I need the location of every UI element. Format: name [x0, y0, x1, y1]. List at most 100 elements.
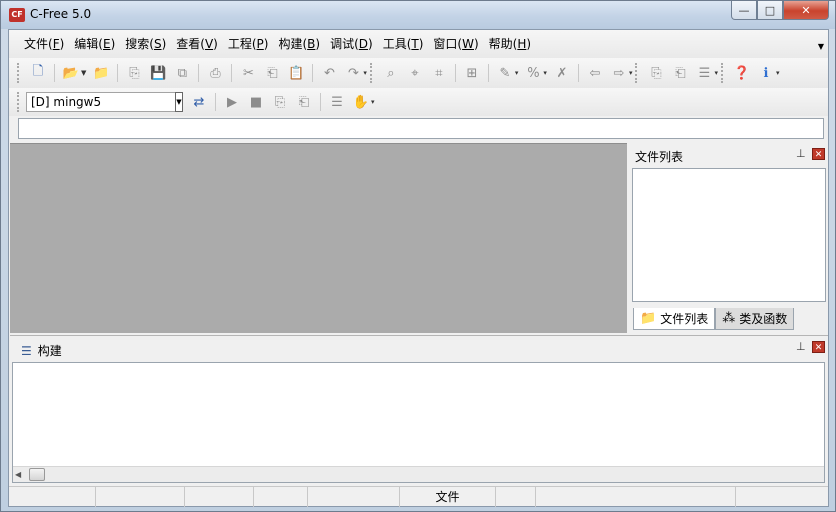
close-icon[interactable]: ✕: [812, 148, 825, 160]
find-icon[interactable]: ⌕: [381, 63, 401, 83]
maximize-button[interactable]: □: [757, 1, 783, 20]
toolbar-grip[interactable]: [17, 92, 21, 112]
toolbar-separator: [198, 64, 200, 82]
menu-tools[interactable]: 工具(T): [378, 35, 429, 53]
compile-icon[interactable]: ⎘: [270, 92, 290, 112]
folder-icon: 📁: [640, 311, 657, 326]
help-icon[interactable]: ❓: [732, 63, 752, 83]
client-area: 文件(F) 编辑(E) 搜索(S) 查看(V) 工程(P) 构建(B) 调试(D…: [8, 29, 829, 507]
window-controls: — □ ✕: [731, 1, 829, 21]
format-dropdown-icon[interactable]: ▾: [515, 69, 519, 77]
find-in-files-icon[interactable]: ⊞: [462, 63, 482, 83]
close-button[interactable]: ✕: [783, 1, 829, 20]
build-output[interactable]: ◀: [12, 362, 825, 483]
forward-icon[interactable]: ⇨: [609, 63, 629, 83]
compiler-select[interactable]: [D] mingw5 ▼: [26, 92, 183, 112]
toolbar-separator: [487, 64, 489, 82]
build-icon[interactable]: ⎗: [294, 92, 314, 112]
status-cell: [308, 487, 400, 507]
compiler-settings-icon[interactable]: ⇄: [189, 92, 209, 112]
menu-file[interactable]: 文件(F): [19, 35, 69, 53]
uncomment-icon[interactable]: ✗: [552, 63, 572, 83]
info-icon[interactable]: ℹ: [756, 63, 776, 83]
list-icon: ☰: [21, 343, 32, 358]
status-bar: 文件: [9, 486, 828, 507]
tab-file-list[interactable]: 📁 文件列表: [633, 308, 716, 330]
open-folder-icon[interactable]: 📂: [61, 63, 81, 83]
close-icon[interactable]: ✕: [812, 341, 825, 353]
bookmark-next-icon[interactable]: ⎗: [670, 63, 690, 83]
chevron-down-icon[interactable]: ▼: [175, 92, 183, 112]
bookmark-list-icon[interactable]: ☰: [694, 63, 714, 83]
close-file-icon[interactable]: ⎘: [124, 63, 144, 83]
menu-window[interactable]: 窗口(W): [428, 35, 483, 53]
status-cell: [9, 487, 96, 507]
rebuild-icon[interactable]: ☰: [327, 92, 347, 112]
app-window: CF C-Free 5.0 — □ ✕ 文件(F) 编辑(E) 搜索(S) 查看…: [0, 0, 836, 512]
toolbar-separator: [320, 93, 321, 111]
debug-icon[interactable]: ✋: [351, 92, 371, 112]
tab-classes-functions[interactable]: ⁂ 类及函数: [715, 308, 795, 330]
menu-edit[interactable]: 编辑(E): [69, 35, 120, 53]
undo-dropdown-icon[interactable]: ▾: [363, 69, 367, 77]
stop-icon[interactable]: ■: [246, 92, 266, 112]
menu-help[interactable]: 帮助(H): [484, 35, 536, 53]
scroll-thumb[interactable]: [29, 468, 45, 481]
print-icon[interactable]: ⎙: [205, 63, 225, 83]
save-icon[interactable]: 💾: [148, 63, 168, 83]
paste-icon[interactable]: 📋: [286, 63, 306, 83]
save-all-icon[interactable]: ⧉: [172, 63, 192, 83]
back-icon[interactable]: ⇦: [585, 63, 605, 83]
run-icon[interactable]: ▶: [222, 92, 242, 112]
comment-icon[interactable]: %: [523, 63, 543, 83]
standard-toolbar: 🗋 📂 ▼ 📁 ⎘ 💾 ⧉ ⎙ ✂ ⎗ 📋 ↶ ↷ ▾ ⌕ ⌖ ⌗ ⊞ ✎ ▾ …: [9, 58, 828, 88]
build-dropdown-icon[interactable]: ▾: [371, 98, 375, 106]
bookmark-dropdown-icon[interactable]: ▾: [714, 69, 718, 77]
toolbar-grip[interactable]: [720, 63, 725, 83]
toolbar-grip[interactable]: [369, 63, 374, 83]
cut-icon[interactable]: ✂: [238, 63, 258, 83]
format-icon[interactable]: ✎: [495, 63, 515, 83]
nav-dropdown-icon[interactable]: ▾: [629, 69, 633, 77]
file-list[interactable]: [632, 168, 826, 302]
undo-icon[interactable]: ↶: [319, 63, 339, 83]
menu-project[interactable]: 工程(P): [223, 35, 274, 53]
status-cell-file: 文件: [400, 487, 496, 507]
toolbar-grip[interactable]: [17, 63, 21, 83]
status-cell: [254, 487, 308, 507]
class-tree-icon: ⁂: [722, 311, 736, 326]
redo-icon[interactable]: ↷: [343, 63, 363, 83]
toolbar-grip[interactable]: [635, 63, 639, 83]
build-panel-title: 构建: [37, 344, 62, 358]
copy-icon[interactable]: ⎗: [262, 63, 282, 83]
command-line[interactable]: [18, 118, 824, 139]
toolbar-separator: [117, 64, 119, 82]
menu-build[interactable]: 构建(B): [273, 35, 325, 53]
comment-dropdown-icon[interactable]: ▾: [543, 69, 547, 77]
open-project-icon[interactable]: 📁: [91, 63, 111, 83]
status-cell: [96, 487, 185, 507]
menu-search[interactable]: 搜索(S): [120, 35, 171, 53]
status-cell: [185, 487, 254, 507]
find-prev-icon[interactable]: ⌗: [429, 63, 449, 83]
scroll-left-icon[interactable]: ◀: [15, 470, 21, 479]
editor-area[interactable]: [10, 143, 627, 333]
bookmark-icon[interactable]: ⎘: [646, 63, 666, 83]
pin-icon[interactable]: ⊥: [796, 340, 806, 353]
horizontal-scrollbar[interactable]: ◀: [13, 466, 824, 482]
menu-overflow-icon[interactable]: ▼: [818, 42, 824, 51]
open-dropdown-icon[interactable]: ▼: [81, 69, 86, 77]
status-cell: [736, 487, 828, 507]
pin-icon[interactable]: ⊥: [796, 147, 806, 160]
title-bar[interactable]: CF C-Free 5.0 — □ ✕: [1, 1, 835, 29]
minimize-button[interactable]: —: [731, 1, 757, 20]
build-toolbar: [D] mingw5 ▼ ⇄ ▶ ■ ⎘ ⎗ ☰ ✋ ▾: [9, 88, 828, 116]
new-file-icon[interactable]: 🗋: [28, 63, 48, 83]
compiler-select-value: [D] mingw5: [31, 95, 102, 109]
find-next-icon[interactable]: ⌖: [405, 63, 425, 83]
file-list-panel: 文件列表 ⊥ ✕ 📁 文件列表 ⁂ 类及函数: [629, 143, 828, 333]
help-dropdown-icon[interactable]: ▾: [776, 69, 780, 77]
status-cell: [536, 487, 736, 507]
menu-view[interactable]: 查看(V): [171, 35, 223, 53]
menu-debug[interactable]: 调试(D): [325, 35, 378, 53]
